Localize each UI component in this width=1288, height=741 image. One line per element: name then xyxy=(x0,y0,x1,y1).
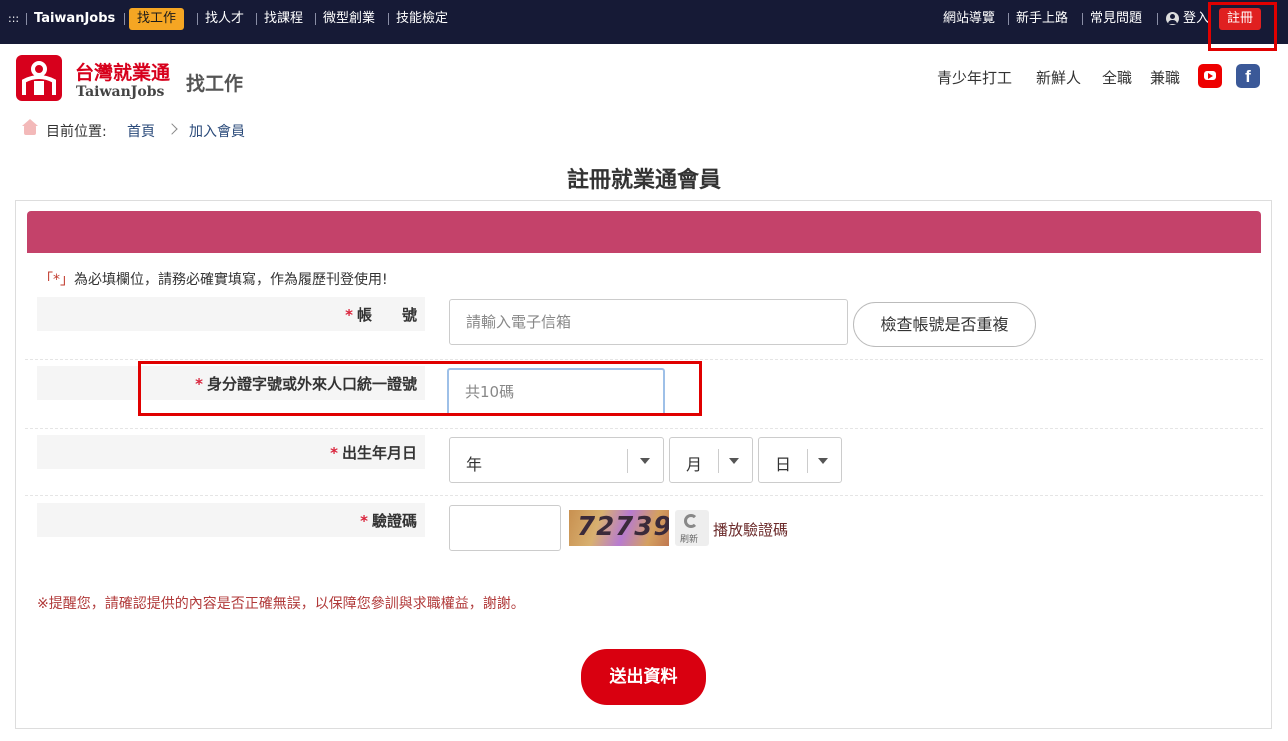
row-divider xyxy=(25,495,1263,496)
highlight-box xyxy=(138,361,702,416)
divider xyxy=(1082,13,1083,25)
chevron-down-icon xyxy=(640,458,650,464)
row-divider xyxy=(25,359,1263,360)
nav-find-course[interactable]: 找課程 xyxy=(264,0,303,38)
nav-micro-startup[interactable]: 微型創業 xyxy=(323,0,375,38)
page-title: 註冊就業通會員 xyxy=(566,168,721,193)
form-banner xyxy=(27,211,1261,253)
nav-skill-test[interactable]: 技能檢定 xyxy=(396,0,448,38)
account-email-input[interactable] xyxy=(449,299,848,345)
beginner-guide-link[interactable]: 新手上路 xyxy=(1016,0,1068,38)
refresh-icon xyxy=(684,514,698,528)
breadcrumb-home[interactable]: 首頁 xyxy=(127,121,155,141)
birthdate-label: * 出生年月日 xyxy=(37,435,425,469)
reminder-text: ※提醒您，請確認提供的內容是否正確無誤，以保障您參訓與求職權益，謝謝。 xyxy=(37,596,525,612)
captcha-label: * 驗證碼 xyxy=(37,503,425,537)
facebook-icon[interactable]: f xyxy=(1236,64,1260,88)
logo-text-chinese: 台灣就業通 xyxy=(75,62,171,84)
nav-graduate[interactable]: 新鮮人 xyxy=(1036,67,1081,88)
user-icon xyxy=(1166,12,1179,25)
breadcrumb-label: 目前位置: xyxy=(46,124,107,140)
login-link[interactable]: 登入 xyxy=(1183,0,1209,38)
nav-youth-parttime[interactable]: 青少年打工 xyxy=(937,67,1012,88)
captcha-input[interactable] xyxy=(449,505,561,551)
nav-find-talent[interactable]: 找人才 xyxy=(205,0,244,38)
divider xyxy=(256,13,257,25)
top-bar: ::: TaiwanJobs 找工作 找人才 找課程 微型創業 技能檢定 網站導… xyxy=(0,0,1288,44)
brand-link[interactable]: TaiwanJobs xyxy=(34,0,115,38)
nav-fulltime[interactable]: 全職 xyxy=(1102,67,1132,88)
logo-text-english: TaiwanJobs xyxy=(76,84,165,100)
divider xyxy=(26,13,27,25)
divider xyxy=(124,13,125,25)
birth-month-select[interactable]: 月 xyxy=(669,437,753,483)
divider xyxy=(1008,13,1009,25)
play-captcha-link[interactable]: 播放驗證碼 xyxy=(713,519,788,540)
birth-day-select[interactable]: 日 xyxy=(758,437,842,483)
nav-find-job[interactable]: 找工作 xyxy=(129,8,185,30)
chevron-down-icon xyxy=(818,458,828,464)
captcha-image: 72739 xyxy=(569,510,669,546)
youtube-icon[interactable] xyxy=(1198,64,1222,88)
nav-parttime[interactable]: 兼職 xyxy=(1150,67,1180,88)
account-label: * 帳 號 xyxy=(37,297,425,331)
divider xyxy=(388,13,389,25)
divider xyxy=(1157,13,1158,25)
divider xyxy=(315,13,316,25)
faq-link[interactable]: 常見問題 xyxy=(1090,0,1142,38)
site-map-link[interactable]: 網站導覽 xyxy=(943,0,995,38)
chevron-right-icon xyxy=(166,123,178,135)
menu-icon[interactable]: ::: xyxy=(8,0,19,38)
breadcrumb-current: 加入會員 xyxy=(189,124,245,140)
submit-button[interactable]: 送出資料 xyxy=(581,649,706,705)
highlight-box xyxy=(1208,2,1277,51)
taiwanjobs-logo-icon[interactable] xyxy=(16,55,62,101)
refresh-captcha-button[interactable]: 刷新 xyxy=(675,510,709,546)
check-account-button[interactable]: 檢查帳號是否重複 xyxy=(853,302,1036,347)
required-note: 「*」為必填欄位，請務必確實填寫，作為履歷刊登使用! xyxy=(39,272,388,288)
chevron-down-icon xyxy=(729,458,739,464)
row-divider xyxy=(25,428,1263,429)
home-icon xyxy=(22,119,38,135)
section-title: 找工作 xyxy=(186,73,244,95)
divider xyxy=(197,13,198,25)
birth-year-select[interactable]: 年 xyxy=(449,437,664,483)
